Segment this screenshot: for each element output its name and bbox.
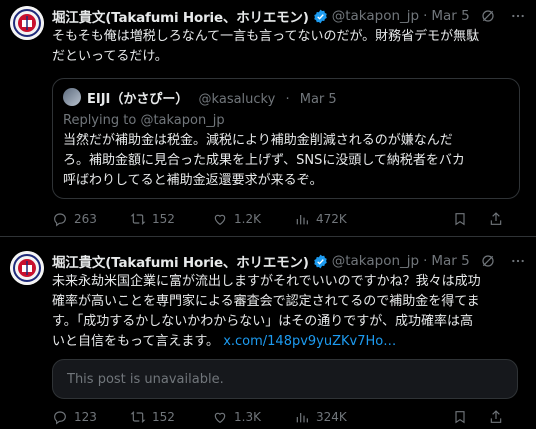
more-icon[interactable] (510, 253, 526, 273)
quoted-tweet[interactable]: EIJI（かさぴー） @kasalucky · Mar 5 Replying t… (52, 78, 520, 199)
verified-badge-icon (313, 9, 328, 24)
repost-icon (130, 411, 146, 423)
tweet[interactable]: 堀江貴文(Takafumi Horie、ホリエモン) @takapon_jp ·… (0, 0, 536, 236)
quoted-text: 当然だが補助金は税金。減税により補助金削減されるのが嫌なんだ ろ。補助金額に見合… (63, 133, 465, 188)
author-handle[interactable]: @takapon_jp (332, 253, 419, 269)
tweet-header: 堀江貴文(Takafumi Horie、ホリエモン) @takapon_jp ·… (52, 6, 470, 26)
separator-dot: · (285, 92, 290, 107)
tweet[interactable]: 堀江貴文(Takafumi Horie、ホリエモン) @takapon_jp ·… (0, 237, 536, 429)
bookmark-button[interactable] (452, 211, 468, 227)
replying-to-handle[interactable]: @takapon_jp (140, 113, 224, 128)
views-button[interactable]: 324K (294, 409, 347, 425)
separator-dot: · (423, 8, 428, 24)
header-actions (480, 8, 526, 28)
bookmark-icon (455, 411, 465, 424)
repost-count: 152 (152, 212, 175, 226)
tweet-link[interactable]: x.com/148pv9yuZKv7Ho… (223, 334, 396, 349)
quoted-author-name: EIJI（かさぴー） (87, 92, 189, 107)
tweet-text: 未来永劫米国企業に富が流出しますがそれでいいのですかね？我々は成功 確率が高いこ… (52, 272, 520, 352)
replying-to: Replying to @takapon_jp (63, 113, 225, 128)
quoted-header: EIJI（かさぴー） @kasalucky · Mar 5 (87, 88, 337, 107)
like-button[interactable]: 1.2K (212, 211, 261, 227)
share-button[interactable] (488, 211, 504, 227)
share-button[interactable] (488, 409, 504, 425)
avatar[interactable] (10, 6, 44, 40)
reply-button[interactable]: 263 (52, 211, 97, 227)
quoted-avatar (63, 88, 81, 106)
reply-count: 123 (74, 410, 97, 424)
separator-dot: · (423, 253, 428, 269)
views-button[interactable]: 472K (294, 211, 347, 227)
verified-badge-icon (313, 254, 328, 269)
bookmark-button[interactable] (452, 409, 468, 425)
replying-to-label: Replying to (63, 113, 137, 128)
reply-icon (54, 213, 66, 227)
repost-button[interactable]: 152 (130, 409, 175, 425)
tweet-text: そもそも俺は増税しろなんて一言も言ってないのだが。財務省デモが無駄 だといってる… (52, 29, 480, 64)
action-bar: 123 152 1.3K 324K (52, 407, 522, 427)
view-count: 472K (316, 212, 347, 226)
author-name[interactable]: 堀江貴文(Takafumi Horie、ホリエモン) (52, 251, 309, 271)
repost-button[interactable]: 152 (130, 211, 175, 227)
like-icon (214, 412, 226, 424)
tweet-header: 堀江貴文(Takafumi Horie、ホリエモン) @takapon_jp ·… (52, 251, 470, 271)
views-icon (296, 413, 308, 423)
more-icon[interactable] (510, 8, 526, 28)
like-button[interactable]: 1.3K (212, 409, 261, 425)
unavailable-post-notice: This post is unavailable. (52, 359, 518, 399)
repost-count: 152 (152, 410, 175, 424)
tweet-date[interactable]: Mar 5 (431, 253, 469, 269)
like-icon (214, 214, 226, 226)
repost-icon (130, 213, 146, 225)
header-actions (480, 253, 526, 273)
avatar[interactable] (10, 251, 44, 285)
bookmark-icon (455, 213, 465, 226)
share-icon (490, 212, 502, 225)
quoted-handle: @kasalucky (198, 92, 276, 107)
grok-icon[interactable] (480, 8, 496, 28)
tweet-date[interactable]: Mar 5 (431, 8, 469, 24)
author-name[interactable]: 堀江貴文(Takafumi Horie、ホリエモン) (52, 6, 309, 26)
view-count: 324K (316, 410, 347, 424)
views-icon (296, 215, 308, 225)
reply-icon (54, 411, 66, 425)
action-bar: 263 152 1.2K 472K (52, 209, 522, 229)
like-count: 1.3K (234, 410, 261, 424)
quoted-date: Mar 5 (299, 92, 337, 107)
reply-button[interactable]: 123 (52, 409, 97, 425)
reply-count: 263 (74, 212, 97, 226)
grok-icon[interactable] (480, 253, 496, 273)
author-handle[interactable]: @takapon_jp (332, 8, 419, 24)
like-count: 1.2K (234, 212, 261, 226)
share-icon (490, 410, 502, 423)
